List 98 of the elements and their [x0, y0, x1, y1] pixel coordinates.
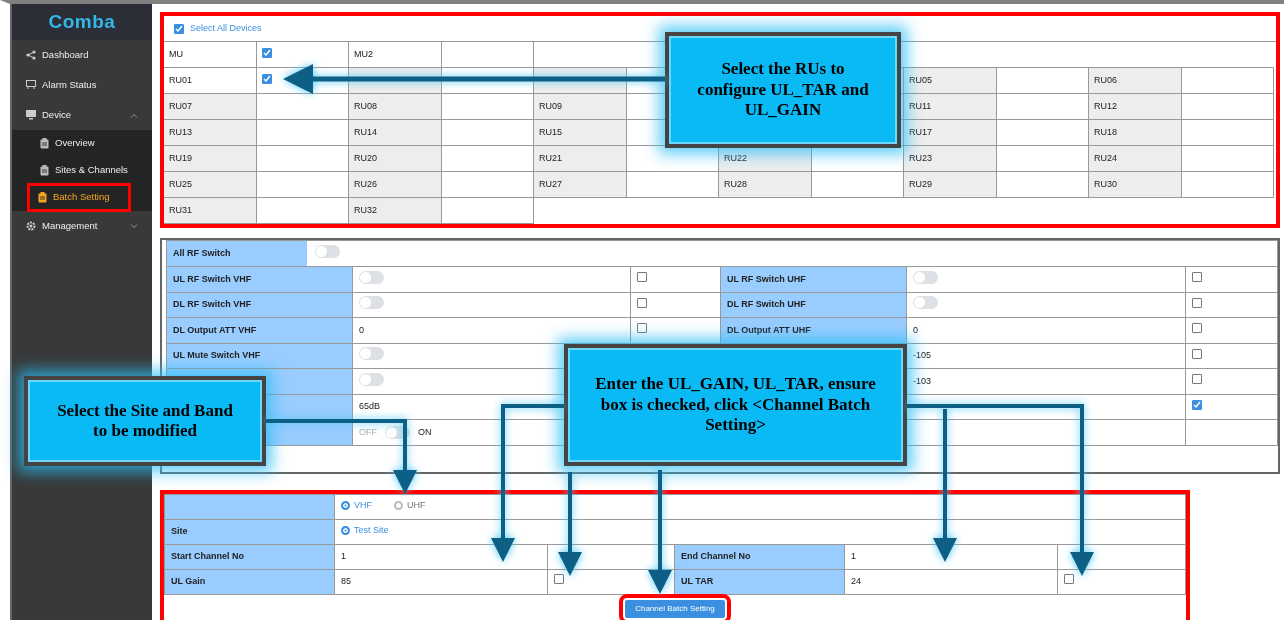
field-label: DL Output ATT VHF	[166, 317, 353, 343]
table-cell: RU32	[349, 198, 442, 224]
field-label: DL RF Switch VHF	[166, 292, 353, 318]
chevron-down-icon	[130, 223, 138, 229]
sidebar-item[interactable]: Sites & Channels	[12, 157, 152, 184]
sidebar-item[interactable]: Overview	[12, 130, 152, 157]
sidebar-item[interactable]: Batch Setting	[28, 184, 130, 211]
clipboard-icon	[40, 138, 49, 149]
table-cell: RU30	[1089, 172, 1182, 198]
toggle-switch[interactable]	[359, 296, 384, 309]
field-label: UL RF Switch VHF	[166, 266, 353, 292]
checkbox[interactable]	[554, 574, 564, 585]
sidebar-item[interactable]: Device	[12, 100, 152, 130]
table-cell: RU12	[1089, 94, 1182, 120]
table-cell: RU28	[719, 172, 812, 198]
toggle-switch[interactable]	[359, 372, 384, 386]
table-cell: RU27	[534, 172, 627, 198]
table-cell: RU29	[904, 172, 997, 198]
chevron-up-icon	[130, 112, 138, 118]
checkbox[interactable]	[262, 74, 272, 84]
table-cell: RU08	[349, 94, 442, 120]
checkbox[interactable]	[1192, 400, 1202, 410]
table-cell: RU21	[534, 146, 627, 172]
field-value: 0	[359, 324, 364, 335]
table-cell: RU17	[904, 120, 997, 146]
clipboard-icon	[38, 192, 47, 203]
field-label: Start Channel No	[164, 544, 335, 569]
checkbox[interactable]	[1192, 323, 1202, 333]
toggle-switch[interactable]	[359, 347, 384, 360]
table-cell: RU18	[1089, 120, 1182, 146]
checkbox[interactable]	[1192, 297, 1202, 308]
gear-icon	[26, 221, 36, 231]
field-value: 65dB	[359, 401, 381, 411]
field-label: DL Output ATT UHF	[720, 317, 907, 343]
logo: Comba	[12, 4, 152, 40]
field-label: UL Gain	[164, 569, 335, 594]
radio-option[interactable]: UHF	[394, 498, 426, 513]
toggle-switch[interactable]	[359, 270, 384, 284]
field-value: -103	[913, 375, 931, 386]
toggle-switch[interactable]	[913, 270, 938, 284]
table-cell: RU23	[904, 146, 997, 172]
table-cell: RU06	[1089, 68, 1182, 94]
table-cell: RU01	[164, 68, 257, 94]
field-label: UL RF Switch UHF	[720, 266, 907, 292]
checkbox[interactable]	[1192, 374, 1202, 384]
monitor-icon	[26, 110, 36, 120]
share-icon	[26, 50, 36, 60]
field-value: 1	[851, 550, 856, 561]
checkbox[interactable]	[262, 48, 272, 58]
table-cell: MU	[164, 42, 257, 68]
table-cell: RU24	[1089, 146, 1182, 172]
monitor-icon	[26, 80, 36, 90]
radio-option[interactable]: Test Site	[341, 523, 389, 538]
checkbox[interactable]	[637, 323, 647, 333]
table-cell: RU19	[164, 146, 257, 172]
callout: Select the Site and Band to be modified	[24, 376, 266, 466]
table-cell: RU31	[164, 198, 257, 224]
checkbox[interactable]	[637, 272, 647, 282]
field-value: -105	[913, 350, 931, 360]
table-cell: RU26	[349, 172, 442, 198]
field-label: Site	[164, 519, 335, 544]
table-cell: RU05	[904, 68, 997, 94]
field-value: 85	[341, 575, 351, 586]
field-label: UL TAR	[674, 569, 845, 594]
callout: Select the RUs to configure UL_TAR and UL_GAIN	[665, 32, 901, 148]
table-cell: RU11	[904, 94, 997, 120]
table-cell: RU14	[349, 120, 442, 146]
field-value: 1	[341, 550, 346, 561]
table-cell: RU22	[719, 146, 812, 172]
radio-option[interactable]: VHF	[341, 498, 372, 513]
checkbox[interactable]	[637, 297, 647, 308]
checkbox[interactable]	[1192, 348, 1202, 359]
field-value: 24	[851, 575, 861, 586]
field-label: End Channel No	[674, 544, 845, 569]
table-cell: RU20	[349, 146, 442, 172]
toggle-switch[interactable]	[315, 244, 340, 258]
checkbox[interactable]	[174, 23, 184, 34]
field-label: UL Mute Switch VHF	[166, 343, 353, 369]
callout: Enter the UL_GAIN, UL_TAR, ensure box is checked, click <Channel Batch Setting>	[564, 344, 907, 466]
off-label: OFF	[359, 425, 377, 439]
sidebar-item[interactable]: Management	[12, 211, 152, 241]
field-value: 0	[913, 324, 918, 335]
table-cell: RU15	[534, 120, 627, 146]
field-label: All RF Switch	[167, 241, 307, 266]
table-cell: RU07	[164, 94, 257, 120]
clipboard-icon	[40, 165, 49, 176]
sidebar-item[interactable]: Dashboard	[12, 40, 152, 70]
checkbox[interactable]	[1064, 574, 1074, 585]
on-label: ON	[418, 425, 432, 439]
table-cell: MU2	[349, 42, 442, 68]
table-cell: RU13	[164, 120, 257, 146]
table-cell: RU09	[534, 94, 627, 120]
sidebar-item[interactable]: Alarm Status	[12, 70, 152, 100]
select-all-label: Select All Devices	[190, 21, 262, 35]
field-label: DL RF Switch UHF	[720, 292, 907, 318]
toggle-switch[interactable]	[913, 296, 938, 309]
table-cell: RU25	[164, 172, 257, 198]
checkbox[interactable]	[1192, 272, 1202, 282]
